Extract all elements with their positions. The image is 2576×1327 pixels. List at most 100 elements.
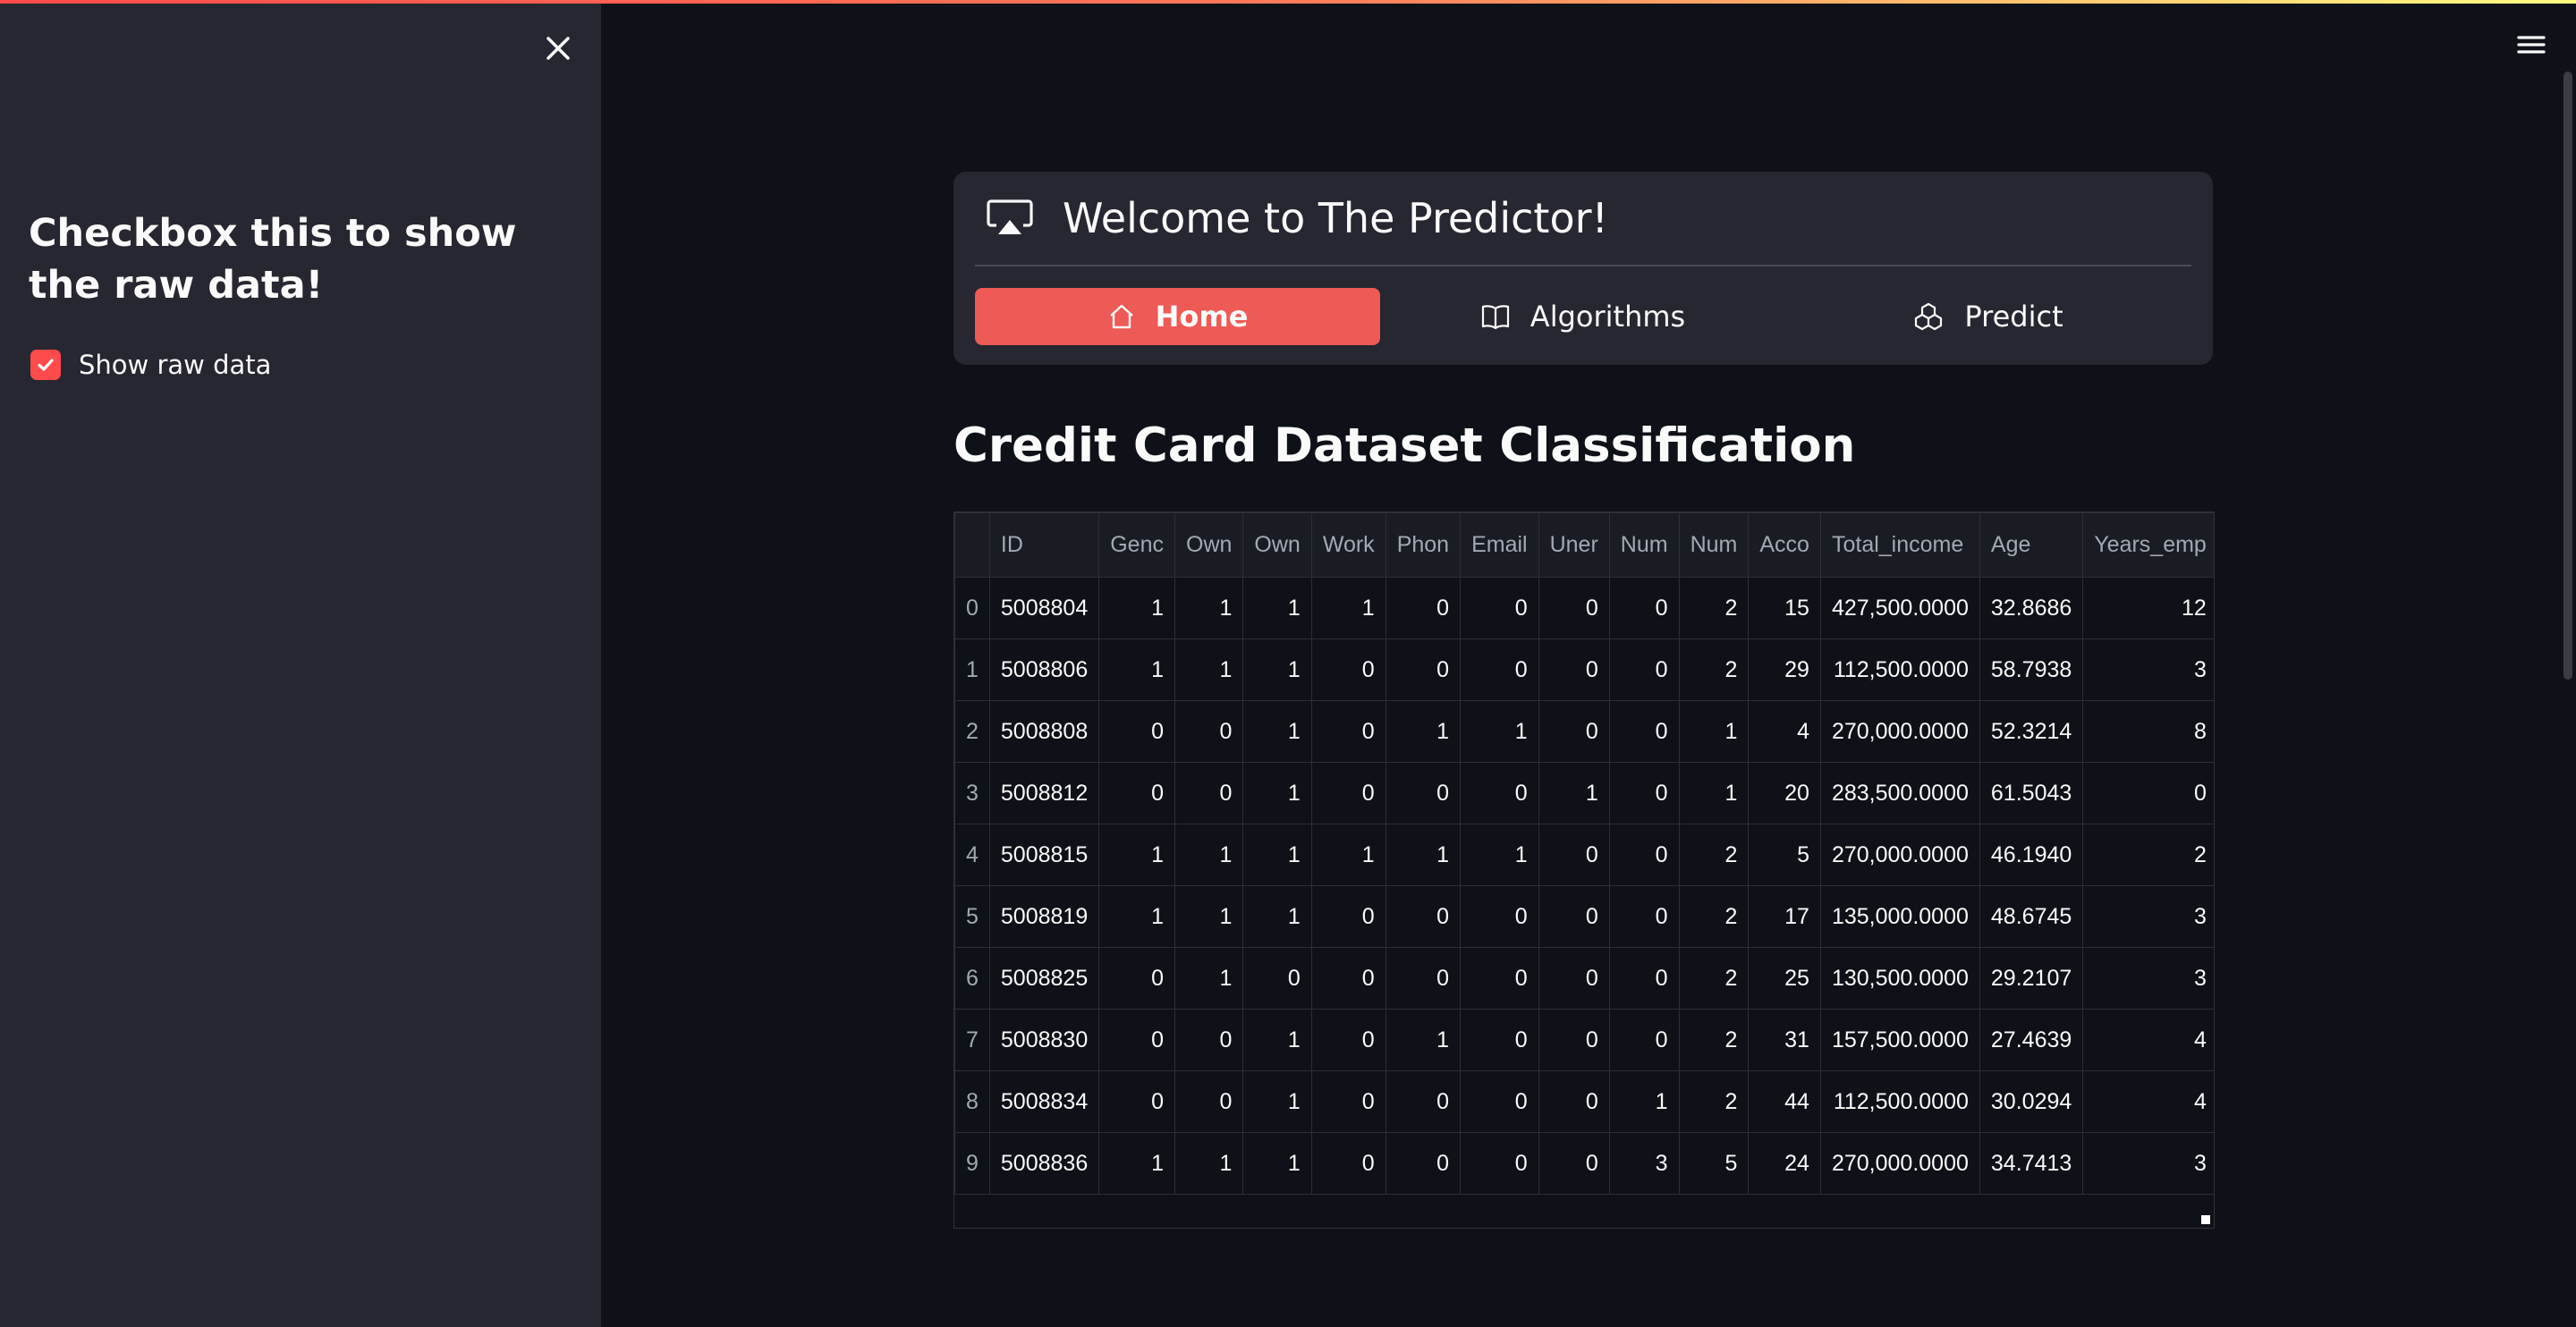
table-cell[interactable]: 5008815 [988,824,1100,886]
table-row[interactable]: 9 5008836 1 1 1 0 0 0 0 3 5 24 270,000.0000 34.7413 3 [954,1132,2214,1195]
table-cell[interactable]: 1 [1678,762,1750,824]
column-header[interactable]: Num [1678,512,1750,578]
table-cell[interactable]: 1 [1098,885,1175,948]
table-cell[interactable]: 1 [1242,1070,1312,1133]
table-cell[interactable]: 1 [1174,885,1244,948]
table-cell[interactable]: 1 [1310,577,1386,639]
table-cell[interactable]: 2 [1678,1070,1750,1133]
table-cell[interactable]: 20 [1748,762,1821,824]
table-cell[interactable]: 0 [1242,947,1312,1010]
table-cell[interactable]: 5008825 [988,947,1100,1010]
table-cell[interactable]: 3 [2082,1132,2214,1195]
row-index-cell[interactable]: 6 [954,947,990,1010]
table-cell[interactable]: 0 [1608,824,1680,886]
row-index-cell[interactable]: 9 [954,1132,990,1195]
table-cell[interactable]: 283,500.0000 [1819,762,1980,824]
table-cell[interactable]: 5008804 [988,577,1100,639]
table-cell[interactable]: 0 [1174,700,1244,763]
table-cell[interactable]: 0 [1538,824,1610,886]
table-cell[interactable]: 30.0294 [1979,1070,2084,1133]
table-row[interactable]: 2 5008808 0 0 1 0 1 1 0 0 1 4 270,000.0000 52.3214 8 [954,700,2214,763]
table-row[interactable]: 3 5008812 0 0 1 0 0 0 1 0 1 20 283,500.0000 61.5043 0 [954,762,2214,824]
table-cell[interactable]: 0 [1310,762,1386,824]
table-cell[interactable]: 0 [1310,885,1386,948]
column-header[interactable]: Email [1460,512,1539,578]
table-cell[interactable]: 0 [1098,1009,1175,1071]
table-cell[interactable]: 0 [1098,1070,1175,1133]
table-cell[interactable]: 1 [1310,824,1386,886]
table-cell[interactable]: 0 [1608,638,1680,701]
table-cell[interactable]: 2 [1678,638,1750,701]
table-cell[interactable]: 0 [1098,762,1175,824]
table-cell[interactable]: 5 [1748,824,1821,886]
table-resize-handle[interactable] [2201,1215,2210,1224]
row-index-cell[interactable]: 3 [954,762,990,824]
table-cell[interactable]: 1 [1098,577,1175,639]
table-cell[interactable]: 1 [1385,1009,1462,1071]
row-index-cell[interactable]: 2 [954,700,990,763]
table-cell[interactable]: 0 [1538,1009,1610,1071]
table-cell[interactable]: 1 [1174,947,1244,1010]
table-cell[interactable]: 31 [1748,1009,1821,1071]
table-cell[interactable]: 0 [1460,638,1539,701]
row-index-cell[interactable]: 7 [954,1009,990,1071]
table-cell[interactable]: 2 [1678,824,1750,886]
table-cell[interactable]: 0 [1608,762,1680,824]
table-cell[interactable]: 5 [1678,1132,1750,1195]
table-cell[interactable]: 27.4639 [1979,1009,2084,1071]
column-header[interactable]: Acco [1748,512,1821,578]
table-cell[interactable]: 24 [1748,1132,1821,1195]
tab-predict[interactable]: Predict [1785,288,2190,345]
table-cell[interactable]: 2 [2082,824,2214,886]
table-cell[interactable]: 1 [1242,1009,1312,1071]
tab-algorithms[interactable]: Algorithms [1380,288,1785,345]
table-cell[interactable]: 0 [1460,885,1539,948]
table-cell[interactable]: 17 [1748,885,1821,948]
table-cell[interactable]: 25 [1748,947,1821,1010]
table-cell[interactable]: 34.7413 [1979,1132,2084,1195]
table-cell[interactable]: 5008806 [988,638,1100,701]
table-cell[interactable]: 61.5043 [1979,762,2084,824]
column-header[interactable]: Work [1310,512,1386,578]
table-cell[interactable]: 0 [2082,762,2214,824]
table-cell[interactable]: 4 [2082,1009,2214,1071]
column-header[interactable]: Total_income [1819,512,1980,578]
table-cell[interactable]: 4 [2082,1070,2214,1133]
table-cell[interactable]: 0 [1174,762,1244,824]
table-cell[interactable]: 1 [1385,700,1462,763]
table-cell[interactable]: 3 [2082,638,2214,701]
row-index-cell[interactable]: 1 [954,638,990,701]
show-raw-data-checkbox[interactable]: Show raw data [30,347,271,383]
table-cell[interactable]: 15 [1748,577,1821,639]
table-row[interactable]: 7 5008830 0 0 1 0 1 0 0 0 2 31 157,500.0000 27.4639 4 [954,1009,2214,1071]
table-cell[interactable]: 0 [1608,577,1680,639]
table-row[interactable]: 4 5008815 1 1 1 1 1 1 0 0 2 5 270,000.0000 46.1940 2 [954,824,2214,886]
table-cell[interactable]: 0 [1460,1009,1539,1071]
column-header[interactable]: ID [988,512,1100,578]
table-cell[interactable]: 1 [1242,1132,1312,1195]
checkbox-checked-icon[interactable] [30,350,61,380]
table-cell[interactable]: 5008808 [988,700,1100,763]
table-cell[interactable]: 0 [1310,1070,1386,1133]
table-cell[interactable]: 0 [1608,885,1680,948]
table-cell[interactable]: 3 [2082,947,2214,1010]
table-cell[interactable]: 0 [1538,577,1610,639]
table-cell[interactable]: 2 [1678,1009,1750,1071]
table-cell[interactable]: 32.8686 [1979,577,2084,639]
table-cell[interactable]: 0 [1538,638,1610,701]
table-cell[interactable]: 0 [1460,577,1539,639]
table-cell[interactable]: 0 [1538,700,1610,763]
table-cell[interactable]: 1 [1242,638,1312,701]
table-cell[interactable]: 1 [1242,824,1312,886]
table-row[interactable]: 8 5008834 0 0 1 0 0 0 0 1 2 44 112,500.0000 30.0294 4 [954,1070,2214,1133]
table-cell[interactable]: 58.7938 [1979,638,2084,701]
table-cell[interactable]: 2 [1678,885,1750,948]
table-cell[interactable]: 0 [1174,1009,1244,1071]
table-cell[interactable]: 4 [1748,700,1821,763]
main-scrollbar[interactable] [2563,72,2572,680]
table-cell[interactable]: 0 [1608,700,1680,763]
table-cell[interactable]: 0 [1310,947,1386,1010]
table-cell[interactable]: 0 [1460,762,1539,824]
table-cell[interactable]: 0 [1608,1009,1680,1071]
table-cell[interactable]: 12 [2082,577,2214,639]
